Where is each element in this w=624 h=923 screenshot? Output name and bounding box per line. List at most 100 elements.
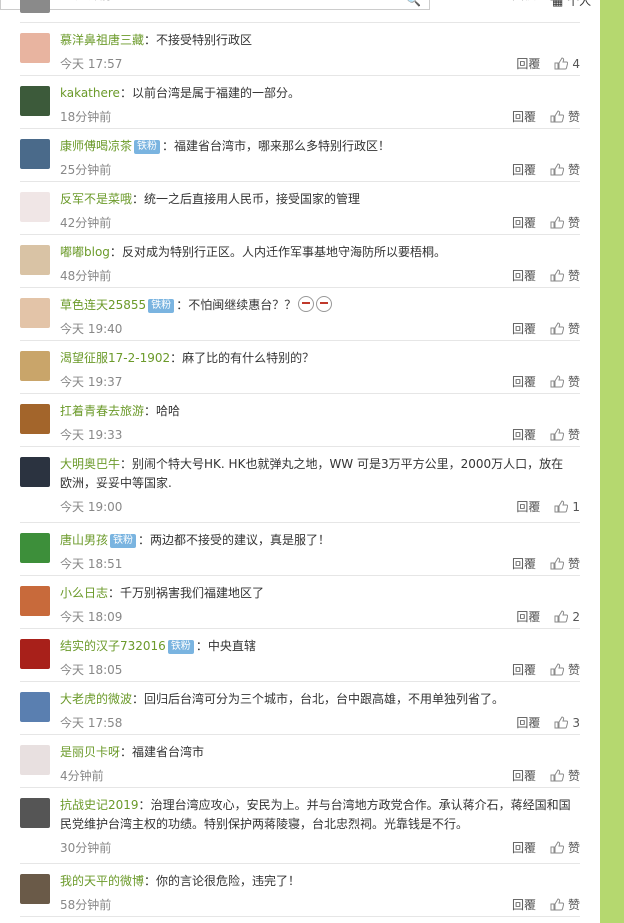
colon-separator: ： [120, 457, 133, 471]
reply-button[interactable]: 回覆 [516, 610, 540, 624]
like-count: 赞 [567, 322, 580, 336]
comment-line: 小么日志：千万别祸害我们福建地区了 [60, 584, 580, 603]
username-link[interactable]: 唐山男孩 [60, 533, 108, 547]
reply-button[interactable]: 回覆 [512, 216, 536, 230]
colon-separator: ： [195, 639, 208, 653]
like-button[interactable]: 赞 [550, 0, 580, 2]
colon-separator: ： [144, 404, 157, 418]
like-button[interactable]: 赞 [550, 898, 580, 912]
like-count: 赞 [567, 110, 580, 124]
username-link[interactable]: 是丽贝卡呀 [60, 745, 120, 759]
user-avatar[interactable] [20, 745, 50, 775]
username-link[interactable]: 康师傅喝凉茶 [60, 139, 132, 153]
user-avatar[interactable] [20, 192, 50, 222]
reply-button[interactable]: 回覆 [512, 898, 536, 912]
username-link[interactable]: 渴望征服17-2-1902 [60, 351, 170, 365]
username-link[interactable]: kakathere [60, 86, 120, 100]
like-count: 赞 [568, 0, 580, 2]
like-count: 赞 [567, 557, 580, 571]
comment-actions: 回覆 赞 [512, 213, 580, 233]
user-avatar[interactable] [20, 586, 50, 616]
comment-actions: 回覆 赞 [512, 554, 580, 574]
like-button[interactable]: 赞 [550, 269, 580, 283]
reply-button[interactable]: 回覆 [516, 500, 540, 514]
username-link[interactable]: 大明奥巴牛 [60, 457, 120, 471]
comment-line: 嘟嘟blog：反对成为特别行正区。人内迁作军事基地守海防所以要梧桐。 [60, 243, 580, 262]
comment-time: 42分钟前 [60, 216, 112, 230]
comment-text: 反对成为特别行正区。人内迁作军事基地守海防所以要梧桐。 [121, 245, 446, 259]
like-icon [550, 841, 564, 854]
reply-button[interactable]: 回覆 [512, 557, 536, 571]
user-avatar[interactable] [20, 639, 50, 669]
user-avatar[interactable] [20, 692, 50, 722]
comment-line: 渴望征服17-2-1902：麻了比的有什么特别的？ [60, 349, 580, 368]
user-avatar[interactable] [20, 139, 50, 169]
like-icon [550, 110, 564, 123]
like-button[interactable]: 赞 [550, 428, 580, 442]
like-button[interactable]: 赞 [550, 769, 580, 783]
like-button[interactable]: 赞 [550, 663, 580, 677]
reply-button[interactable]: 回覆 [512, 110, 536, 124]
like-button[interactable]: 赞 [550, 322, 580, 336]
username-link[interactable]: 反军不是菜哦 [60, 192, 132, 206]
like-button[interactable]: 赞 [550, 841, 580, 855]
user-avatar[interactable] [20, 874, 50, 904]
comment-line: 慕洋鼻祖唐三藏：不接受特别行政区 [60, 31, 580, 50]
user-avatar[interactable] [20, 0, 50, 13]
username-link[interactable]: 结实的汉子732016 [60, 639, 166, 653]
reply-button[interactable]: 回覆 [512, 663, 536, 677]
comment-list: 24分钟前回覆赞慕洋鼻祖唐三藏：不接受特别行政区今天 17:57回覆4kakat… [20, 0, 580, 917]
reply-button[interactable]: 回覆 [512, 163, 536, 177]
comment-actions: 回覆 4 [516, 54, 580, 74]
user-avatar[interactable] [20, 404, 50, 434]
user-avatar[interactable] [20, 798, 50, 828]
like-button[interactable]: 赞 [550, 375, 580, 389]
comment-item: 扛着青春去旅游：哈哈 今天 19:33 回覆 赞 [20, 394, 580, 447]
username-link[interactable]: 嘟嘟blog [60, 245, 110, 259]
comment-meta: 58分钟前 回覆 赞 [60, 895, 580, 915]
reply-button[interactable]: 回覆 [512, 769, 536, 783]
comment-meta: 18分钟前 回覆 赞 [60, 107, 580, 127]
user-avatar[interactable] [20, 457, 50, 487]
user-avatar[interactable] [20, 33, 50, 63]
user-avatar[interactable] [20, 245, 50, 275]
username-link[interactable]: 大老虎的微波 [60, 692, 132, 706]
comment-text: 不接受特别行政区 [156, 33, 253, 47]
user-avatar[interactable] [20, 86, 50, 116]
reply-button[interactable]: 回覆 [512, 322, 536, 336]
user-avatar[interactable] [20, 298, 50, 328]
reply-button[interactable]: 回覆 [516, 716, 540, 730]
comment-line: 大明奥巴牛：别闹个特大号HK. HK也就弹丸之地，WW 可是3万平方公里，200… [60, 455, 580, 493]
username-link[interactable]: 抗战史记2019 [60, 798, 139, 812]
reply-button[interactable]: 回覆 [512, 269, 536, 283]
comment-actions: 回覆 1 [516, 497, 580, 517]
username-link[interactable]: 慕洋鼻祖唐三藏 [60, 33, 144, 47]
like-button[interactable]: 赞 [550, 163, 580, 177]
comment-meta: 今天 19:33 回覆 赞 [60, 425, 580, 445]
reply-button[interactable]: 回覆 [512, 841, 536, 855]
colon-separator: ： [138, 533, 151, 547]
username-link[interactable]: 我的天平的微博 [60, 874, 144, 888]
like-button[interactable]: 3 [554, 716, 580, 730]
like-button[interactable]: 赞 [550, 216, 580, 230]
reply-button[interactable]: 回覆 [512, 428, 536, 442]
like-button[interactable]: 2 [554, 610, 580, 624]
username-link[interactable]: 草色连天25855 [60, 298, 146, 312]
username-link[interactable]: 扛着青春去旅游 [60, 404, 144, 418]
like-button[interactable]: 4 [554, 57, 580, 71]
like-button[interactable]: 1 [554, 500, 580, 514]
comment-meta: 30分钟前 回覆 赞 [60, 838, 580, 858]
reply-button[interactable]: 回覆 [512, 375, 536, 389]
reply-button[interactable]: 回覆 [512, 0, 536, 2]
user-avatar[interactable] [20, 351, 50, 381]
like-count: 赞 [567, 163, 580, 177]
user-avatar[interactable] [20, 533, 50, 563]
like-icon [554, 610, 569, 623]
like-button[interactable]: 赞 [550, 110, 580, 124]
username-link[interactable]: 小么日志 [60, 586, 108, 600]
like-icon [550, 769, 564, 782]
comment-time: 今天 18:51 [60, 557, 123, 571]
like-button[interactable]: 赞 [550, 557, 580, 571]
reply-button[interactable]: 回覆 [516, 57, 540, 71]
fan-badge: 铁粉 [134, 140, 161, 154]
